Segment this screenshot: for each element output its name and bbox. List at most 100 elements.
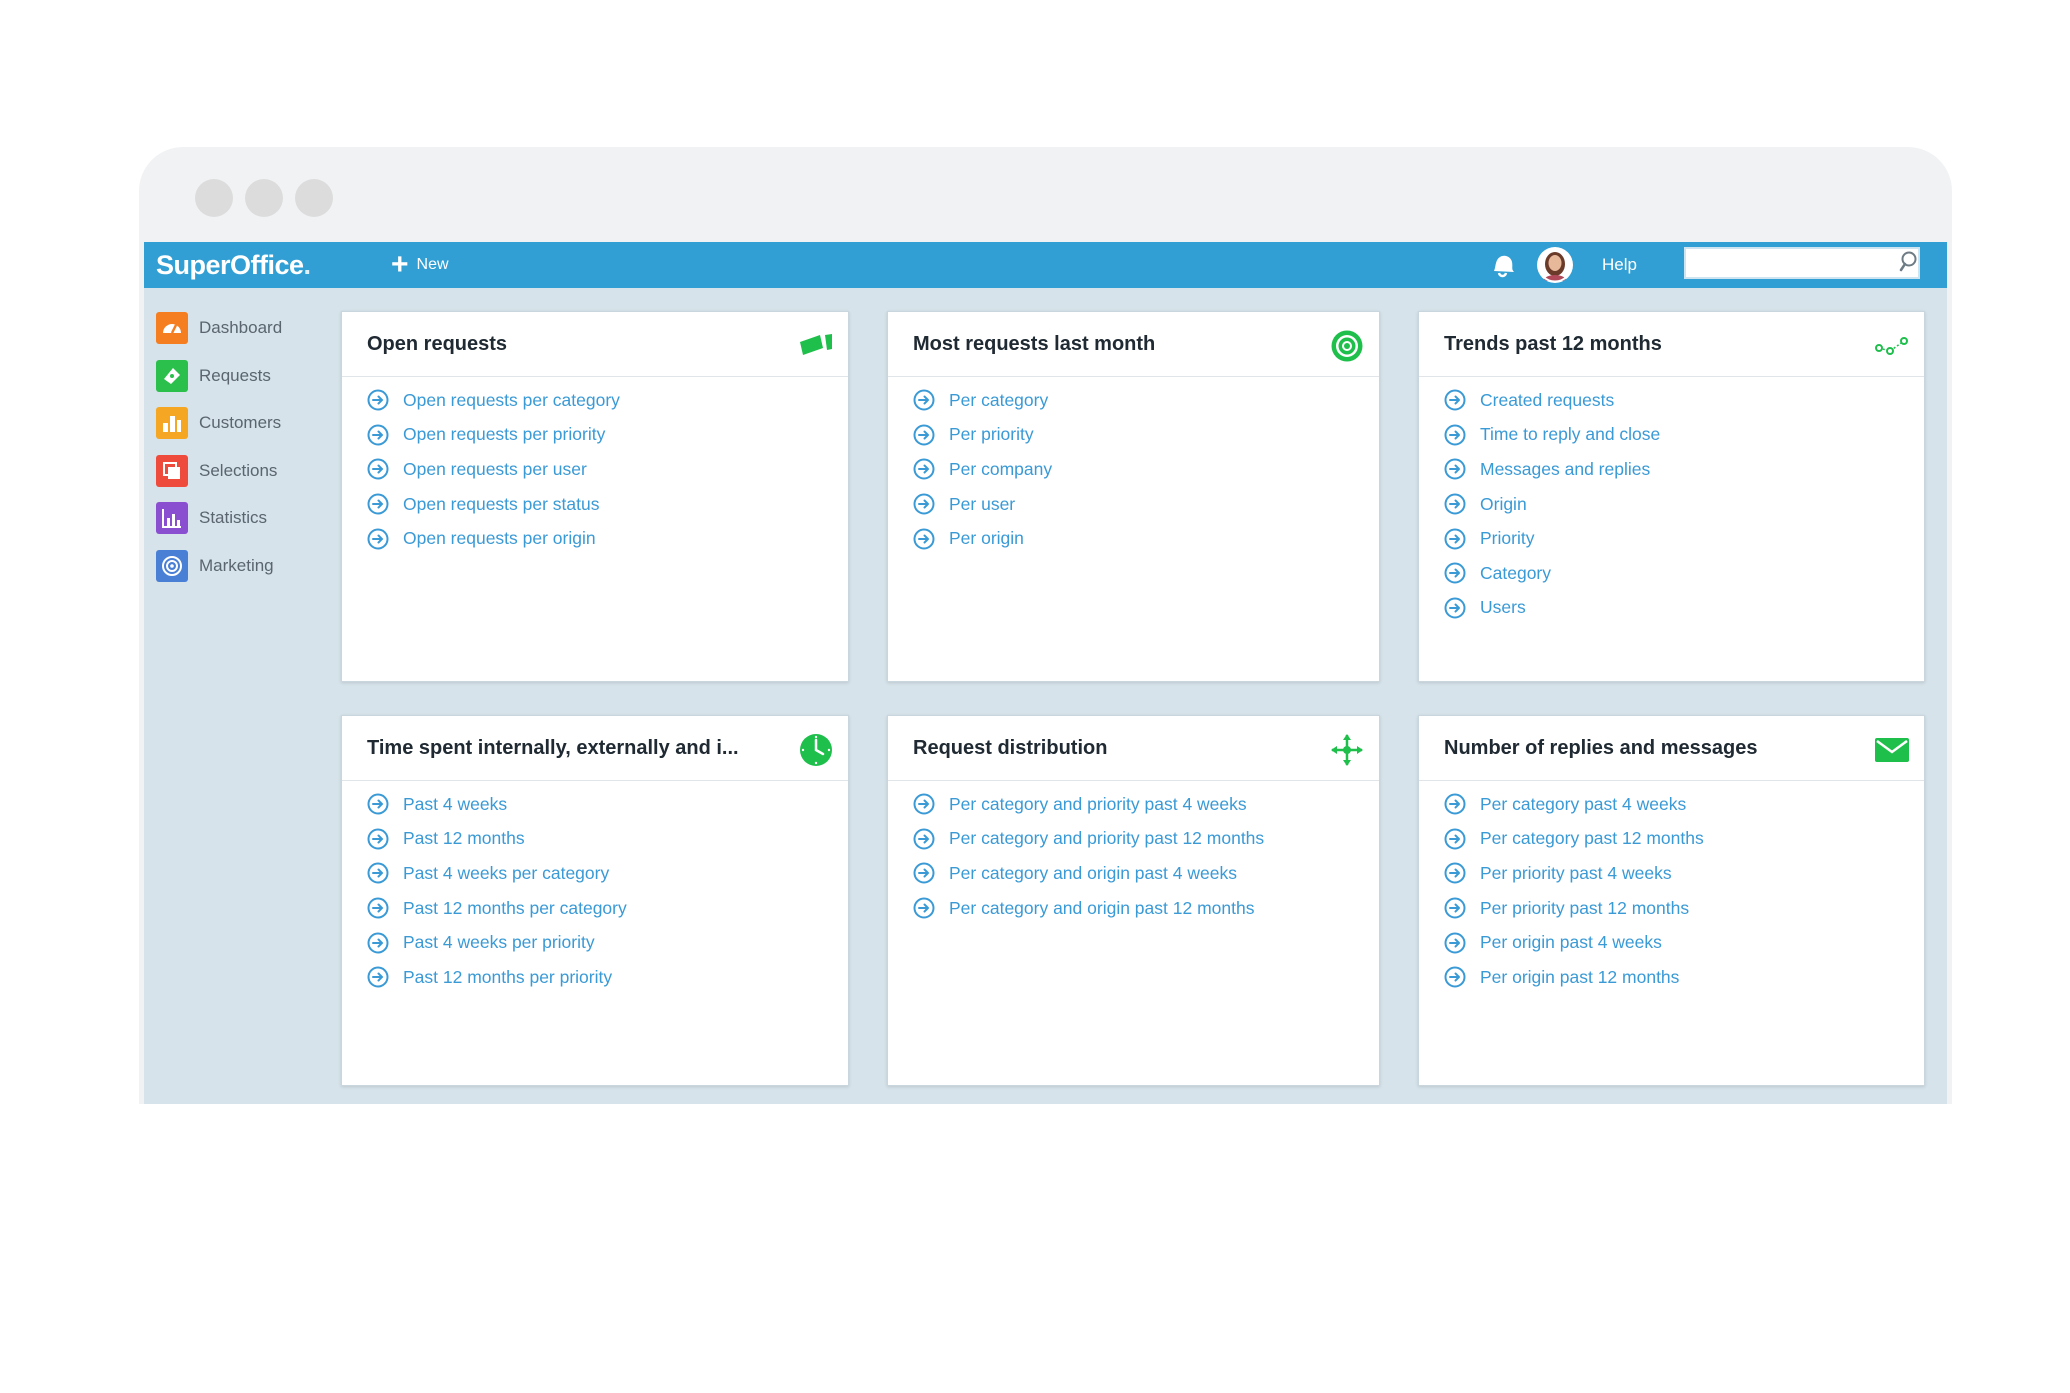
list-item[interactable]: Users bbox=[1444, 591, 1924, 626]
list-item[interactable]: Per category and priority past 12 months bbox=[913, 822, 1379, 857]
card-trends-past-12-months: Trends past 12 months Created requests T… bbox=[1418, 311, 1925, 682]
sidebar-item-label: Statistics bbox=[199, 508, 268, 527]
list-item[interactable]: Per priority past 12 months bbox=[1444, 891, 1924, 926]
card-title: Trends past 12 months bbox=[1444, 333, 1662, 355]
arrow-right-circle-icon bbox=[367, 389, 389, 411]
customers-icon bbox=[156, 407, 188, 439]
link-label: Past 12 months per priority bbox=[403, 966, 613, 987]
list-item[interactable]: Per category and origin past 4 weeks bbox=[913, 856, 1379, 891]
user-avatar[interactable] bbox=[1537, 247, 1573, 283]
list-item[interactable]: Per origin past 4 weeks bbox=[1444, 925, 1924, 960]
sidebar-item-label: Requests bbox=[199, 365, 271, 385]
list-item[interactable]: Per category past 4 weeks bbox=[1444, 787, 1924, 822]
window-dot-maximize[interactable] bbox=[295, 179, 333, 217]
list-item[interactable]: Per user bbox=[913, 487, 1379, 522]
list-item[interactable]: Past 4 weeks per priority bbox=[367, 925, 848, 960]
link-label: Created requests bbox=[1480, 389, 1615, 410]
list-item[interactable]: Per company bbox=[913, 452, 1379, 487]
sidebar-item-statistics[interactable]: Statistics bbox=[156, 502, 356, 534]
list-item[interactable]: Origin bbox=[1444, 487, 1924, 522]
link-list: Open requests per category Open requests… bbox=[342, 377, 848, 556]
link-label: Per category bbox=[949, 389, 1049, 410]
list-item[interactable]: Messages and replies bbox=[1444, 452, 1924, 487]
link-label: Past 12 months per category bbox=[403, 897, 627, 918]
list-item[interactable]: Per origin bbox=[913, 521, 1379, 556]
window-dot-minimize[interactable] bbox=[245, 179, 283, 217]
sidebar-item-label: Selections bbox=[199, 460, 278, 480]
selections-icon bbox=[156, 454, 188, 487]
sidebar-item-dashboard[interactable]: Dashboard bbox=[156, 312, 356, 344]
list-item[interactable]: Per category past 12 months bbox=[1444, 822, 1924, 857]
list-item[interactable]: Per origin past 12 months bbox=[1444, 960, 1924, 995]
link-list: Past 4 weeks Past 12 months Past 4 weeks… bbox=[342, 781, 848, 995]
list-item[interactable]: Created requests bbox=[1444, 383, 1924, 418]
link-label: Time to reply and close bbox=[1480, 424, 1661, 445]
list-item[interactable]: Past 4 weeks bbox=[367, 787, 848, 822]
sidebar-item-customers[interactable]: Customers bbox=[156, 407, 356, 439]
link-label: Past 4 weeks bbox=[403, 793, 508, 814]
link-list: Created requests Time to reply and close… bbox=[1419, 377, 1924, 625]
sidebar-item-selections[interactable]: Selections bbox=[156, 454, 356, 487]
list-item[interactable]: Open requests per status bbox=[367, 487, 848, 522]
help-link[interactable]: Help bbox=[1602, 255, 1637, 275]
arrow-right-circle-icon bbox=[367, 932, 389, 954]
list-item[interactable]: Per category bbox=[913, 383, 1379, 418]
arrow-right-circle-icon bbox=[913, 458, 935, 480]
list-item[interactable]: Per priority past 4 weeks bbox=[1444, 856, 1924, 891]
link-label: Per user bbox=[949, 493, 1016, 514]
list-item[interactable]: Category bbox=[1444, 556, 1924, 591]
list-item[interactable]: Open requests per origin bbox=[367, 521, 848, 556]
arrow-right-circle-icon bbox=[367, 424, 389, 446]
link-label: Per origin past 4 weeks bbox=[1480, 932, 1662, 953]
arrow-right-circle-icon bbox=[367, 897, 389, 919]
list-item[interactable]: Per category and priority past 4 weeks bbox=[913, 787, 1379, 822]
clock-icon bbox=[800, 734, 832, 766]
card-request-distribution: Request distribution Per category and pr… bbox=[887, 715, 1380, 1086]
superoffice-logo[interactable]: SuperOffice. bbox=[156, 246, 311, 284]
new-button[interactable]: + New bbox=[391, 248, 449, 282]
link-label: Per category and origin past 12 months bbox=[949, 897, 1255, 918]
arrow-right-circle-icon bbox=[1444, 389, 1466, 411]
plus-icon: + bbox=[391, 248, 409, 281]
tickets-icon bbox=[800, 334, 832, 355]
card-header: Time spent internally, externally and i.… bbox=[342, 716, 848, 781]
window-dot-close[interactable] bbox=[195, 179, 233, 217]
list-item[interactable]: Time to reply and close bbox=[1444, 418, 1924, 453]
link-label: Per category past 4 weeks bbox=[1480, 793, 1687, 814]
browser-window: SuperOffice. + New Help Dashboard Reques… bbox=[139, 147, 1952, 1104]
list-item[interactable]: Open requests per user bbox=[367, 452, 848, 487]
link-label: Per category and origin past 4 weeks bbox=[949, 862, 1237, 883]
arrow-right-circle-icon bbox=[367, 862, 389, 884]
dashboard-icon bbox=[156, 312, 188, 344]
list-item[interactable]: Past 12 months per priority bbox=[367, 960, 848, 995]
list-item[interactable]: Past 4 weeks per category bbox=[367, 856, 848, 891]
list-item[interactable]: Priority bbox=[1444, 521, 1924, 556]
sidebar-item-label: Dashboard bbox=[199, 318, 283, 337]
arrow-right-circle-icon bbox=[913, 424, 935, 446]
card-title: Time spent internally, externally and i.… bbox=[367, 737, 739, 759]
list-item[interactable]: Per priority bbox=[913, 418, 1379, 453]
link-label: Per priority bbox=[949, 424, 1034, 445]
link-label: Per category and priority past 4 weeks bbox=[949, 793, 1247, 814]
notification-bell-icon[interactable] bbox=[1487, 249, 1519, 281]
search-input[interactable] bbox=[1684, 247, 1920, 279]
arrow-right-circle-icon bbox=[913, 389, 935, 411]
list-item[interactable]: Past 12 months bbox=[367, 822, 848, 857]
link-label: Per category and priority past 12 months bbox=[949, 828, 1265, 849]
card-title: Open requests bbox=[367, 333, 508, 355]
arrow-right-circle-icon bbox=[367, 966, 389, 988]
link-label: Messages and replies bbox=[1480, 458, 1651, 479]
list-item[interactable]: Past 12 months per category bbox=[367, 891, 848, 926]
avatar-portrait-icon bbox=[1537, 247, 1573, 283]
arrow-right-circle-icon bbox=[1444, 493, 1466, 515]
list-item[interactable]: Per category and origin past 12 months bbox=[913, 891, 1379, 926]
search-icon[interactable] bbox=[1897, 250, 1919, 274]
sidebar-item-marketing[interactable]: Marketing bbox=[156, 549, 356, 582]
arrow-right-circle-icon bbox=[1444, 966, 1466, 988]
link-label: Open requests per origin bbox=[403, 528, 596, 549]
list-item[interactable]: Open requests per priority bbox=[367, 418, 848, 453]
arrow-right-circle-icon bbox=[913, 828, 935, 850]
list-item[interactable]: Open requests per category bbox=[367, 383, 848, 418]
sidebar-item-requests[interactable]: Requests bbox=[156, 359, 356, 392]
arrow-right-circle-icon bbox=[367, 793, 389, 815]
